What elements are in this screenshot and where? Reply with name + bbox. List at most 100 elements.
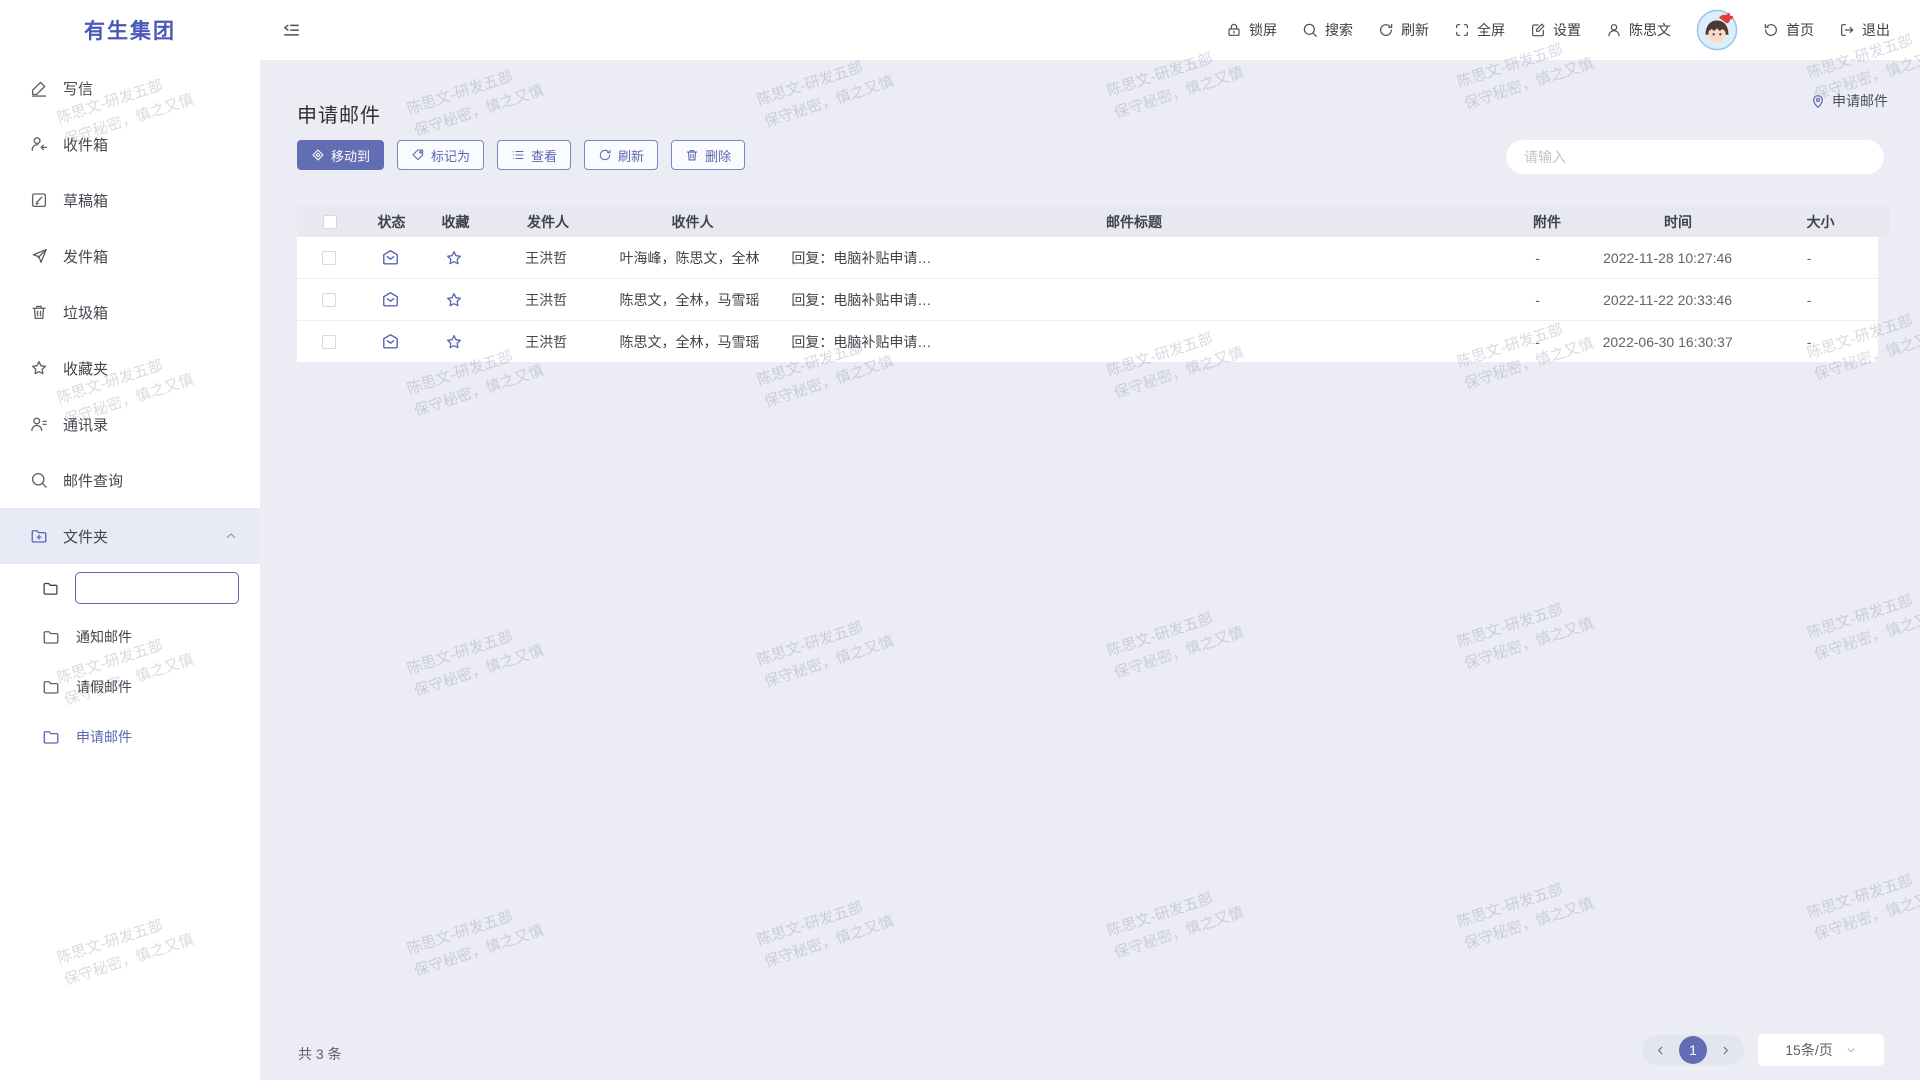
icon-cell xyxy=(297,321,362,362)
folder-icon xyxy=(42,628,60,646)
header-cell-checkbox xyxy=(297,206,362,237)
sidebar-item-文件夹[interactable]: 文件夹 xyxy=(0,508,260,564)
sidebar-item-收藏夹[interactable]: 收藏夹 xyxy=(0,340,260,396)
topbar-nav-首页[interactable]: 首页 xyxy=(1763,20,1814,40)
page-title: 申请邮件 xyxy=(297,99,381,128)
toolbar-button-标记为[interactable]: 标记为 xyxy=(397,140,484,170)
row-checkbox[interactable] xyxy=(322,335,336,349)
mail-open-icon xyxy=(381,332,400,351)
toolbar-button-查看[interactable]: 查看 xyxy=(497,140,571,170)
refresh-icon xyxy=(598,148,612,162)
new-folder-row xyxy=(0,564,260,612)
size-cell: - xyxy=(1740,237,1878,278)
header-label: 收件人 xyxy=(672,212,714,232)
table-row[interactable]: 王洪哲陈思文，全林，马雪瑶回复：电脑补贴申请…-2022-06-30 16:30… xyxy=(297,321,1878,363)
sidebar-item-通讯录[interactable]: 通讯录 xyxy=(0,396,260,452)
table-row[interactable]: 王洪哲叶海峰，陈思文，全林回复：电脑补贴申请…-2022-11-28 10:27… xyxy=(297,237,1878,279)
header-cell-时间: 时间 xyxy=(1605,206,1751,237)
topbar-action-label: 刷新 xyxy=(1401,20,1429,40)
icon-cell xyxy=(420,279,488,320)
icon-cell xyxy=(362,279,421,320)
topbar-action-刷新[interactable]: 刷新 xyxy=(1378,20,1429,40)
icon-cell xyxy=(297,279,362,320)
topbar-actions: 锁屏 搜索 刷新 全屏 设置 陈思文 首页 退出 xyxy=(1226,9,1920,51)
folder-item-请假邮件[interactable]: 请假邮件 xyxy=(0,662,260,712)
inbox-icon xyxy=(30,135,48,153)
attachment-cell: - xyxy=(1480,321,1595,362)
row-checkbox[interactable] xyxy=(322,293,336,307)
table-row[interactable]: 王洪哲陈思文，全林，马雪瑶回复：电脑补贴申请…-2022-11-22 20:33… xyxy=(297,279,1878,321)
topbar-action-label: 设置 xyxy=(1553,20,1581,40)
sidebar-item-收件箱[interactable]: 收件箱 xyxy=(0,116,260,172)
contacts-icon xyxy=(30,415,48,433)
table-body: 王洪哲叶海峰，陈思文，全林回复：电脑补贴申请…-2022-11-28 10:27… xyxy=(297,237,1890,363)
folder-plus-icon xyxy=(30,527,48,545)
breadcrumb-label: 申请邮件 xyxy=(1832,91,1888,111)
sidebar-item-邮件查询[interactable]: 邮件查询 xyxy=(0,452,260,508)
sidebar-item-label: 通讯录 xyxy=(63,414,108,435)
row-checkbox[interactable] xyxy=(322,251,336,265)
breadcrumb[interactable]: 申请邮件 xyxy=(1810,91,1888,111)
topbar-action-陈思文[interactable]: 陈思文 xyxy=(1606,20,1671,40)
toolbar-button-刷新[interactable]: 刷新 xyxy=(584,140,658,170)
topbar-action-设置[interactable]: 设置 xyxy=(1530,20,1581,40)
chevron-up-icon[interactable] xyxy=(224,529,238,543)
search-input[interactable] xyxy=(1506,140,1884,174)
avatar[interactable] xyxy=(1696,9,1738,51)
topbar-action-label: 陈思文 xyxy=(1629,20,1671,40)
select-all-checkbox[interactable] xyxy=(323,215,337,229)
sender-cell: 王洪哲 xyxy=(489,321,604,362)
topbar-action-搜索[interactable]: 搜索 xyxy=(1302,20,1353,40)
header-cell-状态: 状态 xyxy=(362,206,421,237)
time-cell: 2022-11-22 20:33:46 xyxy=(1595,279,1740,320)
icon-cell xyxy=(297,237,362,278)
topbar-action-全屏[interactable]: 全屏 xyxy=(1454,20,1505,40)
star-icon[interactable] xyxy=(445,333,463,351)
time-cell: 2022-11-28 10:27:46 xyxy=(1595,237,1740,278)
topbar-nav-label: 退出 xyxy=(1862,20,1890,40)
header-cell-附件: 附件 xyxy=(1489,206,1605,237)
header-cell-邮件标题: 邮件标题 xyxy=(779,206,1489,237)
topbar-action-label: 全屏 xyxy=(1477,20,1505,40)
collapse-sidebar-icon[interactable] xyxy=(282,21,301,40)
view-list-icon xyxy=(511,148,525,162)
sidebar-nav: 写信收件箱草稿箱发件箱垃圾箱收藏夹通讯录邮件查询文件夹通知邮件请假邮件申请邮件 xyxy=(0,60,260,762)
folder-item-label: 通知邮件 xyxy=(76,627,132,647)
folder-item-申请邮件[interactable]: 申请邮件 xyxy=(0,712,260,762)
sidebar-item-label: 收件箱 xyxy=(63,134,108,155)
recipients-cell: 陈思文，全林，马雪瑶 xyxy=(604,279,776,320)
sidebar-item-发件箱[interactable]: 发件箱 xyxy=(0,228,260,284)
header-label: 收藏 xyxy=(442,212,470,232)
sidebar-item-垃圾箱[interactable]: 垃圾箱 xyxy=(0,284,260,340)
star-icon[interactable] xyxy=(445,291,463,309)
topbar-nav-退出[interactable]: 退出 xyxy=(1839,20,1890,40)
user-icon xyxy=(1606,22,1622,38)
lock-icon xyxy=(1226,22,1242,38)
sidebar-item-写信[interactable]: 写信 xyxy=(0,60,260,116)
mail-open-icon xyxy=(381,290,400,309)
size-cell: - xyxy=(1740,279,1878,320)
page-group: 1 xyxy=(1642,1035,1744,1065)
star-icon[interactable] xyxy=(445,249,463,267)
mail-app: { "brand": { "name": "有生集团" }, "topbar":… xyxy=(0,0,1920,1080)
topbar-nav-label: 首页 xyxy=(1786,20,1814,40)
move-to-button[interactable]: 移动到 xyxy=(297,140,384,170)
folder-icon xyxy=(42,580,59,597)
topbar-action-锁屏[interactable]: 锁屏 xyxy=(1226,20,1277,40)
folder-icon xyxy=(42,728,60,746)
page-size-select[interactable]: 15条/页 xyxy=(1758,1034,1884,1066)
mail-open-icon xyxy=(381,248,400,267)
sidebar-item-label: 垃圾箱 xyxy=(63,302,108,323)
icon-cell xyxy=(362,237,421,278)
toolbar-button-删除[interactable]: 删除 xyxy=(671,140,745,170)
table-header-row: 状态收藏发件人收件人邮件标题附件时间大小 xyxy=(297,206,1890,237)
folder-item-label: 申请邮件 xyxy=(76,727,132,747)
folder-item-通知邮件[interactable]: 通知邮件 xyxy=(0,612,260,662)
current-page[interactable]: 1 xyxy=(1679,1036,1707,1064)
delete-icon xyxy=(685,148,699,162)
new-folder-input[interactable] xyxy=(75,572,239,604)
next-page-icon[interactable] xyxy=(1719,1044,1732,1057)
chevron-down-icon xyxy=(1845,1044,1857,1056)
sidebar-item-草稿箱[interactable]: 草稿箱 xyxy=(0,172,260,228)
prev-page-icon[interactable] xyxy=(1654,1044,1667,1057)
